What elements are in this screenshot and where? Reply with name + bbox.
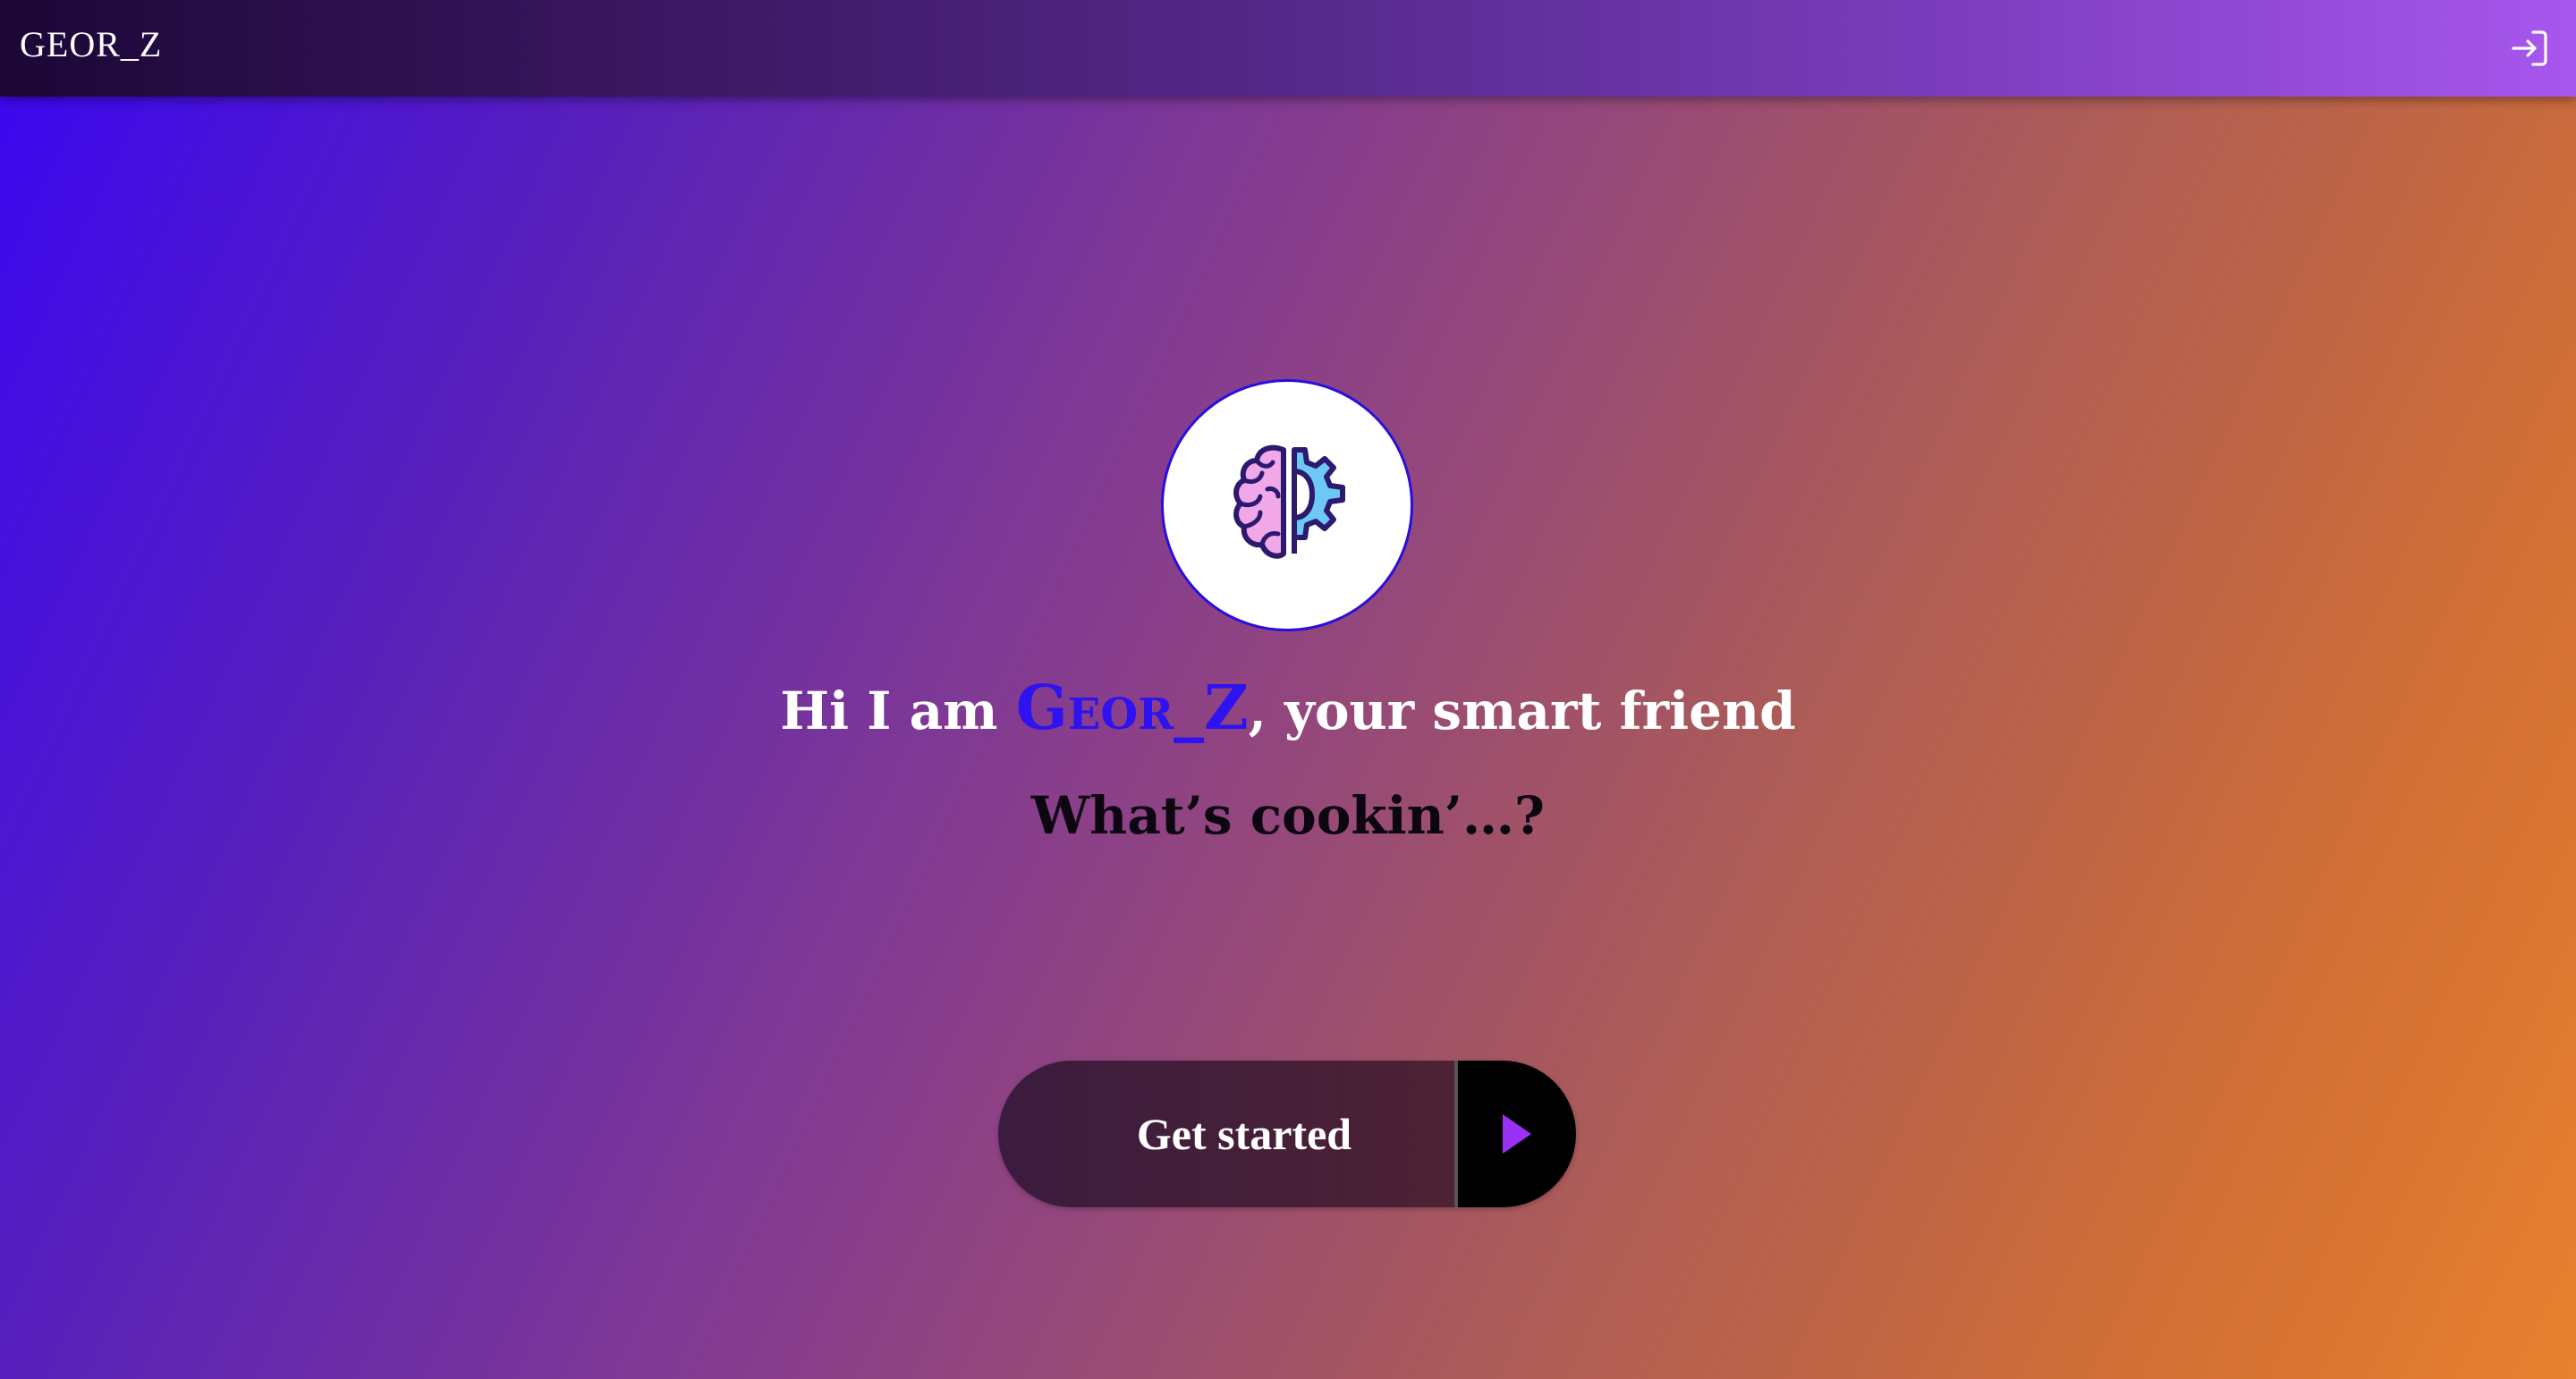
cta-arrow-panel[interactable] [1454, 1061, 1576, 1207]
headline-brand-name: Geor_Z [1015, 673, 1249, 744]
login-arrow-icon[interactable] [2508, 27, 2551, 70]
logo-badge [1161, 379, 1413, 631]
brand-title: GEOR_Z [20, 24, 163, 64]
headline-suffix: , your smart friend [1248, 681, 1796, 741]
headline-prefix: Hi I am [780, 681, 1016, 741]
top-bar: GEOR_Z [0, 0, 2576, 97]
subline: What’s cookin’…? [1031, 785, 1545, 846]
play-arrow-icon [1503, 1114, 1531, 1154]
brain-gear-icon [1233, 444, 1345, 559]
get-started-label[interactable]: Get started [998, 1061, 1454, 1207]
get-started-button[interactable]: Get started [998, 1061, 1576, 1207]
headline: Hi I am Geor_Z, your smart friend [0, 673, 2576, 744]
